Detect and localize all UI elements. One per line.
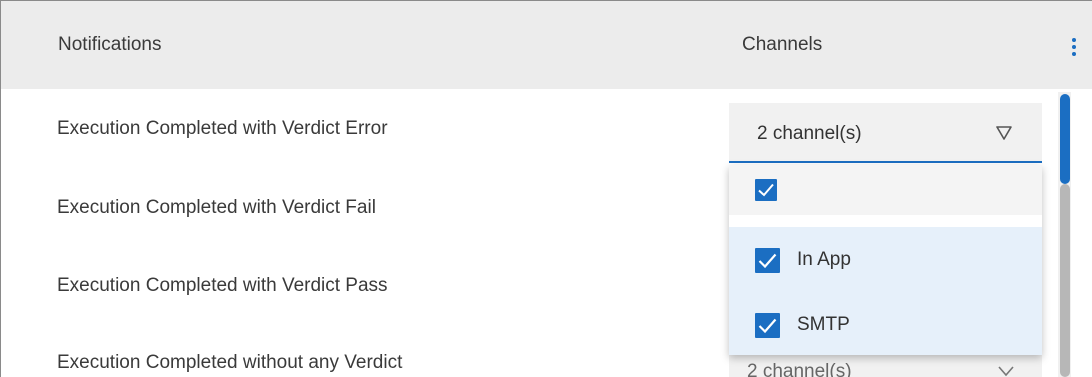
channel-select-value: 2 channel(s) (757, 123, 862, 144)
channel-dropdown: In App SMTP (729, 165, 1042, 355)
in-app-checkbox[interactable] (755, 248, 780, 273)
smtp-checkbox[interactable] (755, 313, 780, 338)
triangle-down-icon (996, 126, 1012, 140)
header-notifications: Notifications (58, 34, 162, 55)
scrollbar-thumb[interactable] (1060, 94, 1070, 184)
table-header: Notifications Channels (1, 1, 1092, 89)
option-in-app[interactable]: In App (729, 227, 1042, 291)
row-label-verdict-error: Execution Completed with Verdict Error (57, 118, 388, 139)
checkmark-icon (758, 253, 777, 269)
option-in-app-label: In App (797, 249, 851, 270)
select-all-option[interactable] (729, 165, 1042, 215)
row-label-verdict-fail: Execution Completed with Verdict Fail (57, 197, 376, 218)
option-smtp-label: SMTP (797, 314, 850, 335)
header-channels: Channels (742, 34, 823, 55)
row-label-verdict-pass: Execution Completed with Verdict Pass (57, 275, 388, 296)
option-smtp[interactable]: SMTP (729, 291, 1042, 355)
row-label-no-verdict: Execution Completed without any Verdict (57, 352, 403, 373)
channel-select-next-row[interactable]: 2 channel(s) (729, 355, 1042, 377)
checkmark-icon (758, 183, 774, 197)
scrollbar-rail (1060, 184, 1070, 377)
checkmark-icon (758, 318, 777, 334)
chevron-down-icon (998, 366, 1014, 377)
select-all-checkbox[interactable] (755, 179, 777, 201)
kebab-menu-icon[interactable] (1071, 38, 1077, 58)
channel-select-next-value: 2 channel(s) (747, 361, 852, 377)
channel-select[interactable]: 2 channel(s) (729, 103, 1042, 163)
